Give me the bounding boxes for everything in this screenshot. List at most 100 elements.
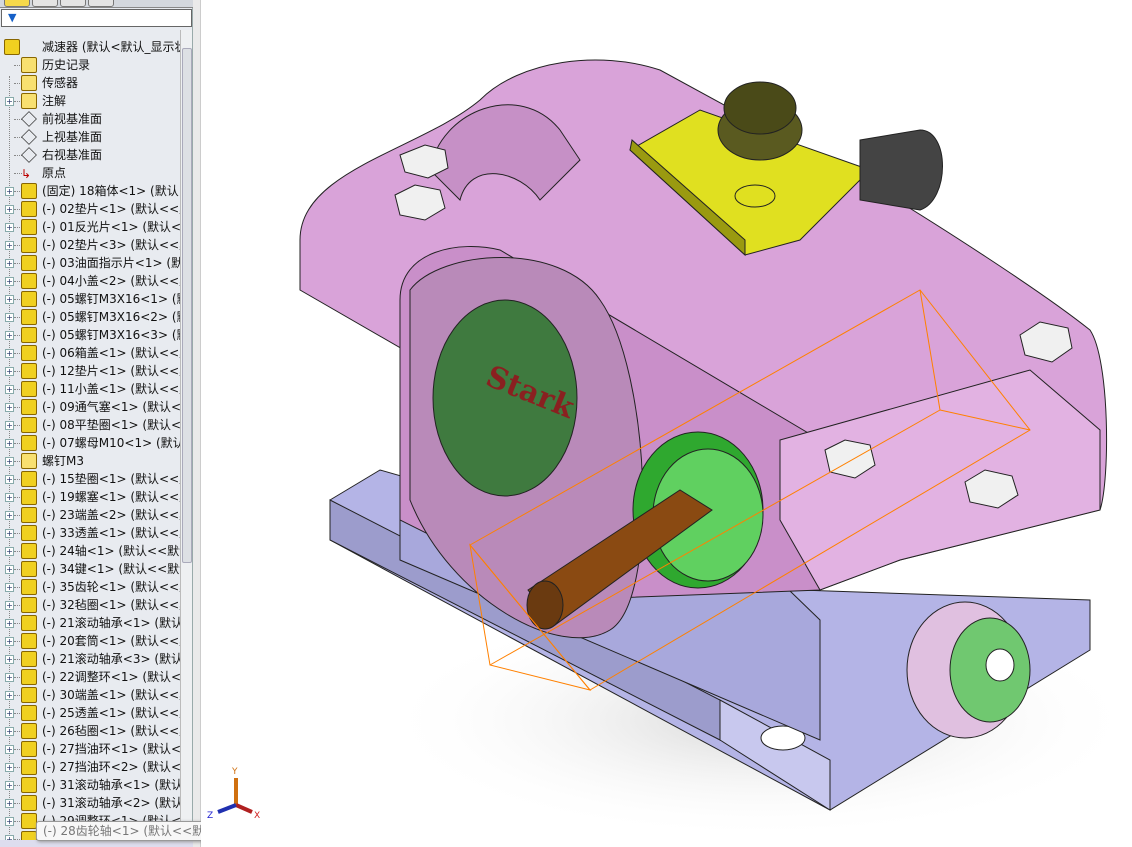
expand-toggle[interactable]: +	[5, 97, 14, 106]
part-icon	[21, 489, 37, 505]
expand-toggle[interactable]: +	[5, 295, 14, 304]
expand-toggle[interactable]: +	[5, 781, 14, 790]
axis-triad: Y X Z	[207, 767, 260, 821]
tree-item[interactable]: + (-) 27挡油环<1> (默认<<	[0, 740, 180, 758]
tree-item[interactable]: + (-) 20套筒<1> (默认<<默	[0, 632, 180, 650]
expand-toggle[interactable]: +	[5, 403, 14, 412]
expand-toggle[interactable]: +	[5, 727, 14, 736]
tree-filter[interactable]: ▼	[1, 9, 192, 27]
tree-item[interactable]: + (-) 21滚动轴承<1> (默认	[0, 614, 180, 632]
part-icon	[21, 363, 37, 379]
expand-toggle[interactable]: +	[5, 493, 14, 502]
part-icon	[21, 309, 37, 325]
tree-item[interactable]: + (-) 26毡圈<1> (默认<<默	[0, 722, 180, 740]
tree-item[interactable]: + (-) 19螺塞<1> (默认<<默	[0, 488, 180, 506]
expand-toggle[interactable]: +	[5, 763, 14, 772]
expand-toggle[interactable]: +	[5, 583, 14, 592]
tree-item[interactable]: + (-) 05螺钉M3X16<3> (默	[0, 326, 180, 344]
expand-toggle[interactable]: +	[5, 349, 14, 358]
expand-toggle[interactable]: +	[5, 457, 14, 466]
expand-toggle[interactable]: +	[5, 205, 14, 214]
tree-item-label: (-) 31滚动轴承<1> (默认	[42, 778, 180, 792]
tree-item[interactable]: 传感器	[0, 74, 180, 92]
scrollbar-thumb[interactable]	[182, 48, 192, 563]
tree-item[interactable]: + (-) 05螺钉M3X16<2> (默	[0, 308, 180, 326]
tab-display-manager[interactable]	[88, 0, 114, 7]
expand-toggle[interactable]: +	[5, 565, 14, 574]
expand-toggle[interactable]: +	[5, 655, 14, 664]
tree-item[interactable]: + (-) 31滚动轴承<1> (默认	[0, 776, 180, 794]
expand-toggle[interactable]: +	[5, 817, 14, 826]
tree-item[interactable]: + (-) 02垫片<3> (默认<<默	[0, 236, 180, 254]
tree-item[interactable]: + (-) 02垫片<1> (默认<<默	[0, 200, 180, 218]
expand-toggle[interactable]: +	[5, 439, 14, 448]
tree-item[interactable]: + (-) 32毡圈<1> (默认<<默	[0, 596, 180, 614]
tab-feature-manager[interactable]	[4, 0, 30, 7]
expand-toggle[interactable]: +	[5, 475, 14, 484]
tree-item[interactable]: + (-) 35齿轮<1> (默认<<默	[0, 578, 180, 596]
tree-item[interactable]: 右视基准面	[0, 146, 180, 164]
tab-property-manager[interactable]	[32, 0, 58, 7]
expand-toggle[interactable]: +	[5, 637, 14, 646]
tree-item[interactable]: + (-) 33透盖<1> (默认<<默	[0, 524, 180, 542]
tree-item[interactable]: 前视基准面	[0, 110, 180, 128]
expand-toggle[interactable]: +	[5, 619, 14, 628]
tree-item[interactable]: + (-) 05螺钉M3X16<1> (默	[0, 290, 180, 308]
expand-toggle[interactable]: +	[5, 277, 14, 286]
tree-item[interactable]: ↳ 原点	[0, 164, 180, 182]
tree-item-label: (-) 12垫片<1> (默认<<默	[42, 364, 180, 378]
tree-item[interactable]: + (-) 30端盖<1> (默认<<默	[0, 686, 180, 704]
tree-scrollbar[interactable]	[180, 30, 192, 840]
tree-item[interactable]: + (-) 31滚动轴承<2> (默认	[0, 794, 180, 812]
expand-toggle[interactable]: +	[5, 601, 14, 610]
tree-item[interactable]: + (-) 22调整环<1> (默认<<	[0, 668, 180, 686]
panel-tabs	[0, 0, 193, 8]
tree-item[interactable]: + (-) 24轴<1> (默认<<默认	[0, 542, 180, 560]
expand-toggle[interactable]: +	[5, 367, 14, 376]
expand-toggle[interactable]: +	[5, 511, 14, 520]
feature-tree: 减速器 (默认<默认_显示状 历史记录 传感器 + 注解 前视基准面 上视基准面右视基准面 ↳…	[0, 30, 180, 840]
expand-toggle[interactable]: +	[5, 799, 14, 808]
tree-item[interactable]: + (-) 03油面指示片<1> (默	[0, 254, 180, 272]
tree-item[interactable]: + (-) 27挡油环<2> (默认<<	[0, 758, 180, 776]
panel-splitter[interactable]	[193, 0, 201, 847]
expand-toggle[interactable]: +	[5, 421, 14, 430]
tree-item[interactable]: + (-) 15垫圈<1> (默认<<默	[0, 470, 180, 488]
tree-item[interactable]: + (-) 06箱盖<1> (默认<<默	[0, 344, 180, 362]
tab-configuration-manager[interactable]	[60, 0, 86, 7]
tree-item[interactable]: + (-) 08平垫圈<1> (默认<<	[0, 416, 180, 434]
tree-item[interactable]: 减速器 (默认<默认_显示状	[0, 38, 180, 56]
tree-item[interactable]: + (-) 04小盖<2> (默认<<默	[0, 272, 180, 290]
expand-toggle[interactable]: +	[5, 691, 14, 700]
expand-toggle[interactable]: +	[5, 385, 14, 394]
expand-toggle[interactable]: +	[5, 223, 14, 232]
expand-toggle[interactable]: +	[5, 529, 14, 538]
tree-item[interactable]: + (-) 12垫片<1> (默认<<默	[0, 362, 180, 380]
tree-item[interactable]: + 注解	[0, 92, 180, 110]
expand-toggle[interactable]: +	[5, 709, 14, 718]
tree-item[interactable]: + (-) 25透盖<1> (默认<<默	[0, 704, 180, 722]
tree-item[interactable]: 历史记录	[0, 56, 180, 74]
tree-item[interactable]: + (-) 07螺母M10<1> (默认	[0, 434, 180, 452]
graphics-viewport[interactable]: Stark Y X Z	[201, 0, 1132, 847]
tree-item[interactable]: + (-) 09通气塞<1> (默认<<	[0, 398, 180, 416]
tree-item[interactable]: 上视基准面	[0, 128, 180, 146]
tree-item[interactable]: + (固定) 18箱体<1> (默认<	[0, 182, 180, 200]
expand-toggle[interactable]: +	[5, 259, 14, 268]
expand-toggle[interactable]: +	[5, 241, 14, 250]
expand-toggle[interactable]: +	[5, 331, 14, 340]
tree-item-label: 右视基准面	[42, 148, 103, 162]
tree-item[interactable]: + (-) 21滚动轴承<3> (默认	[0, 650, 180, 668]
tree-item[interactable]: + (-) 01反光片<1> (默认<<	[0, 218, 180, 236]
tree-item[interactable]: + (-) 11小盖<1> (默认<<默	[0, 380, 180, 398]
expand-toggle[interactable]: +	[5, 313, 14, 322]
tree-item[interactable]: + (-) 34键<1> (默认<<默认	[0, 560, 180, 578]
expand-toggle[interactable]: +	[5, 187, 14, 196]
tree-item[interactable]: + 螺钉M3	[0, 452, 180, 470]
expand-toggle[interactable]: +	[5, 673, 14, 682]
tree-item[interactable]: + (-) 23端盖<2> (默认<<默	[0, 506, 180, 524]
horizontal-scrollbar[interactable]	[0, 840, 193, 847]
tree-item-label: (-) 09通气塞<1> (默认<<	[42, 400, 180, 414]
expand-toggle[interactable]: +	[5, 547, 14, 556]
expand-toggle[interactable]: +	[5, 745, 14, 754]
